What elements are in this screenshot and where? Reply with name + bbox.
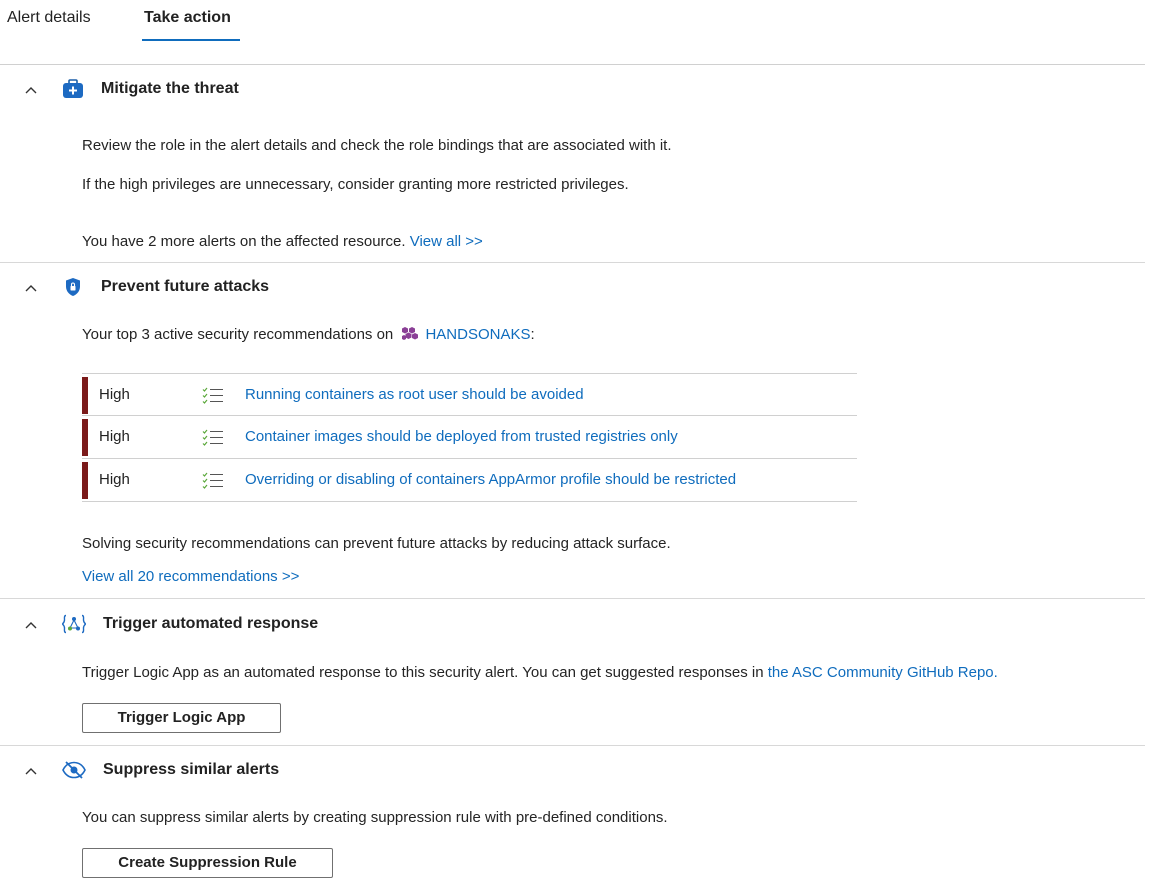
severity-bar bbox=[82, 419, 88, 456]
github-repo-link[interactable]: the ASC Community GitHub Repo. bbox=[768, 664, 998, 681]
intro-suffix: : bbox=[530, 326, 535, 343]
severity-label: High bbox=[99, 386, 130, 403]
section-divider bbox=[0, 262, 1145, 263]
logic-app-icon bbox=[62, 614, 86, 634]
severity-bar bbox=[82, 377, 88, 414]
checklist-icon bbox=[202, 429, 223, 446]
suppress-description: You can suppress similar alerts by creat… bbox=[82, 809, 668, 826]
chevron-up-icon[interactable] bbox=[23, 82, 39, 98]
alerts-text: You have 2 more alerts on the affected r… bbox=[82, 233, 406, 250]
view-all-alerts-link[interactable]: View all >> bbox=[410, 233, 483, 250]
eye-hidden-icon bbox=[62, 761, 86, 779]
alerts-count-text: You have 2 more alerts on the affected r… bbox=[82, 233, 483, 250]
recommendation-link[interactable]: Running containers as root user should b… bbox=[245, 386, 584, 403]
chevron-up-icon[interactable] bbox=[23, 763, 39, 779]
kubernetes-cluster-icon bbox=[402, 327, 419, 340]
severity-bar bbox=[82, 462, 88, 499]
severity-label: High bbox=[99, 471, 130, 488]
trigger-logic-app-button[interactable]: Trigger Logic App bbox=[82, 703, 281, 733]
recommendation-link[interactable]: Overriding or disabling of containers Ap… bbox=[245, 471, 736, 488]
recommendations-intro: Your top 3 active security recommendatio… bbox=[82, 326, 535, 343]
resource-link[interactable]: HANDSONAKS bbox=[425, 326, 530, 343]
suppress-title: Suppress similar alerts bbox=[103, 761, 280, 778]
medical-kit-icon bbox=[63, 79, 83, 98]
section-divider bbox=[0, 598, 1145, 599]
shield-lock-icon bbox=[66, 278, 80, 296]
table-row[interactable]: High Container images should be deployed… bbox=[82, 416, 857, 459]
recommendation-link[interactable]: Container images should be deployed from… bbox=[245, 428, 678, 445]
create-suppression-rule-button[interactable]: Create Suppression Rule bbox=[82, 848, 333, 878]
prevent-title: Prevent future attacks bbox=[101, 278, 270, 295]
chevron-up-icon[interactable] bbox=[23, 280, 39, 296]
table-row[interactable]: High Overriding or disabling of containe… bbox=[82, 459, 857, 502]
trigger-description: Trigger Logic App as an automated respon… bbox=[82, 664, 998, 681]
trigger-title: Trigger automated response bbox=[103, 615, 319, 632]
mitigate-title: Mitigate the threat bbox=[101, 80, 239, 97]
tab-take-action[interactable]: Take action bbox=[144, 9, 231, 27]
mitigate-line-1: Review the role in the alert details and… bbox=[82, 137, 672, 154]
trigger-section-header[interactable]: Trigger automated response bbox=[0, 613, 600, 637]
recommendations-table: High Running containers as root user sho… bbox=[82, 373, 857, 502]
checklist-icon bbox=[202, 387, 223, 404]
section-divider bbox=[0, 745, 1145, 746]
active-tab-indicator bbox=[142, 39, 240, 41]
chevron-up-icon[interactable] bbox=[23, 617, 39, 633]
table-row[interactable]: High Running containers as root user sho… bbox=[82, 373, 857, 416]
tab-bar: Alert details Take action bbox=[0, 0, 1145, 65]
mitigate-section-header[interactable]: Mitigate the threat bbox=[0, 78, 600, 102]
intro-text: Your top 3 active security recommendatio… bbox=[82, 326, 394, 343]
checklist-icon bbox=[202, 472, 223, 489]
mitigate-line-2: If the high privileges are unnecessary, … bbox=[82, 176, 629, 193]
trigger-text: Trigger Logic App as an automated respon… bbox=[82, 664, 764, 681]
tab-alert-details[interactable]: Alert details bbox=[7, 9, 91, 27]
severity-label: High bbox=[99, 428, 130, 445]
prevent-section-header[interactable]: Prevent future attacks bbox=[0, 276, 600, 300]
recommendations-footer: Solving security recommendations can pre… bbox=[82, 535, 671, 552]
view-all-recommendations-link[interactable]: View all 20 recommendations >> bbox=[82, 568, 299, 585]
suppress-section-header[interactable]: Suppress similar alerts bbox=[0, 759, 600, 783]
